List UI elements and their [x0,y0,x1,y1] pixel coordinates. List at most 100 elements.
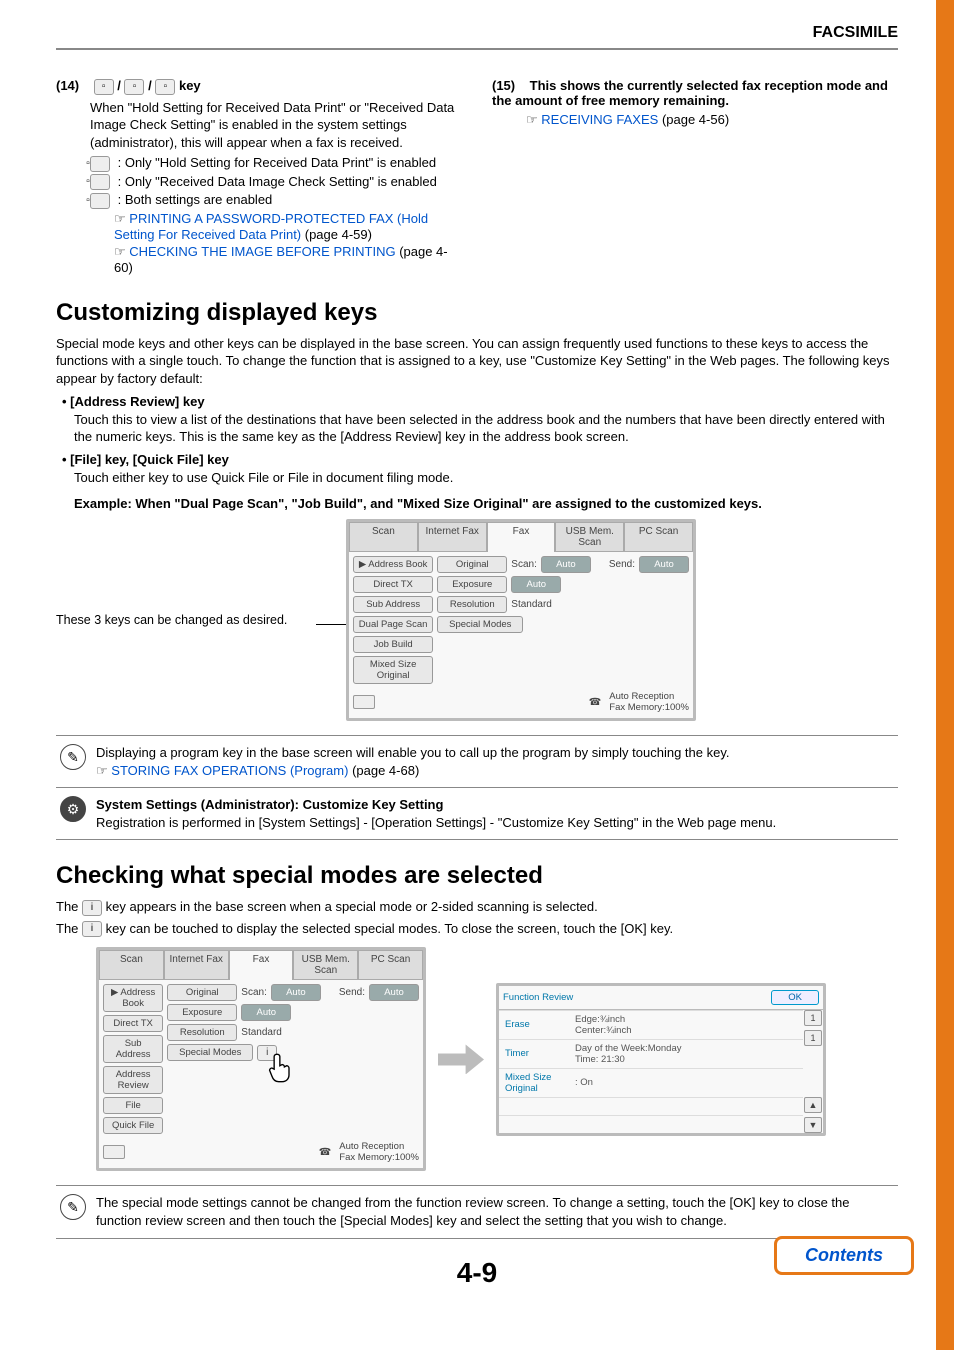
section-checking-title: Checking what special modes are selected [56,862,898,890]
item-14-desc: When "Hold Setting for Received Data Pri… [90,99,462,152]
example-panel: Scan Internet Fax Fax USB Mem. Scan PC S… [346,519,696,721]
bullet-file-body: Touch either key to use Quick File or Fi… [74,469,898,487]
lbl2-original[interactable]: Original [167,984,237,1001]
lbl-resolution[interactable]: Resolution [437,596,507,613]
link-receiving-faxes[interactable]: RECEIVING FAXES [541,112,658,127]
lbl-exposure[interactable]: Exposure [437,576,507,593]
val2-resolution: Standard [241,1027,291,1038]
page-num-bot: 1 [804,1030,822,1046]
callout-line [316,624,346,625]
note-program-key: ✎ Displaying a program key in the base s… [56,735,898,787]
item-14-opt3: ▫ : Both settings are enabled [114,192,462,209]
hand-icon-3: ☞ [526,112,541,127]
scroll-up-button[interactable]: ▲ [804,1097,822,1113]
item-15-title: This shows the currently selected fax re… [492,78,888,108]
tab-scan[interactable]: Scan [349,522,418,552]
btn-job-build[interactable]: Job Build [353,636,433,653]
lbl-special-modes[interactable]: Special Modes [437,616,523,633]
review-row-mixed: Mixed Size Original : On [499,1068,803,1097]
tab-ifax[interactable]: Internet Fax [418,522,487,552]
link-hold-print[interactable]: PRINTING A PASSWORD-PROTECTED FAX (Hold … [114,211,428,242]
item-15-link: ☞ RECEIVING FAXES (page 4-56) [526,112,898,128]
pencil-icon: ✎ [60,744,86,770]
doc-icon-s: ▫ [90,156,110,172]
sect2-line1: The i key appears in the base screen whe… [56,898,898,916]
btn-dual-page[interactable]: Dual Page Scan [353,616,433,633]
lbl2-scan: Scan: [241,987,267,998]
review-row-erase: Erase Edge:¾inch Center:¾inch [499,1010,803,1039]
page-number: 4-9 [56,1257,898,1289]
image-check-icon-s: ▫ [90,174,110,190]
lbl-scan: Scan: [511,559,537,570]
ok-button[interactable]: OK [771,990,819,1005]
btn2-direct-tx[interactable]: Direct TX [103,1015,163,1032]
key-suffix: key [179,78,201,93]
tab2-fax[interactable]: Fax [229,950,294,980]
lbl2-resolution[interactable]: Resolution [167,1024,237,1041]
btn2-address-book[interactable]: ▶ Address Book [103,984,163,1012]
review-row-timer: Timer Day of the Week:Monday Time: 21:30 [499,1039,803,1068]
arrow-icon [438,1044,484,1074]
btn2-address-review[interactable]: Address Review [103,1066,163,1094]
function-review-panel: Function Review OK Erase Edge:¾inch Cent… [496,983,826,1136]
note-special-modes: ✎ The special mode settings cannot be ch… [56,1185,898,1238]
scroll-down-button[interactable]: ▼ [804,1117,822,1133]
doc-icon: ▫ [94,79,114,95]
btn-address-book[interactable]: ▶ Address Book [353,556,433,573]
base-screen-panel: Scan Internet Fax Fax USB Mem. Scan PC S… [96,947,426,1171]
contents-button[interactable]: Contents [774,1236,914,1275]
preview-icon[interactable] [353,695,375,709]
lbl2-special-modes[interactable]: Special Modes [167,1044,253,1061]
item-14-opt1: ▫ : Only "Hold Setting for Received Data… [114,155,462,172]
page-header: FACSIMILE [56,24,898,42]
val-send-auto[interactable]: Auto [639,556,689,573]
preview-icon-2[interactable] [103,1145,125,1159]
example-line: Example: When "Dual Page Scan", "Job Bui… [74,496,898,511]
tab2-ifax[interactable]: Internet Fax [164,950,229,980]
val2-scan-auto[interactable]: Auto [271,984,321,1001]
tab2-scan[interactable]: Scan [99,950,164,980]
val-exposure-auto[interactable]: Auto [511,576,561,593]
gear-icon: ⚙ [60,796,86,822]
side-accent-bar [936,0,954,1350]
info-icon-2: i [82,921,102,937]
tab-pc[interactable]: PC Scan [624,522,693,552]
btn2-sub-address[interactable]: Sub Address [103,1035,163,1063]
header-rule [56,48,898,50]
note3-text: The special mode settings cannot be chan… [96,1194,898,1229]
val2-send-auto[interactable]: Auto [369,984,419,1001]
both-icon-s: ▫ [90,193,110,209]
btn-direct-tx[interactable]: Direct TX [353,576,433,593]
bullet-address-review-body: Touch this to view a list of the destina… [74,411,898,446]
btn2-quick-file[interactable]: Quick File [103,1117,163,1134]
note-system-settings: ⚙ System Settings (Administrator): Custo… [56,787,898,840]
lbl2-exposure[interactable]: Exposure [167,1004,237,1021]
btn-mixed-size[interactable]: Mixed Size Original [353,656,433,684]
note2-title: System Settings (Administrator): Customi… [96,797,443,812]
foot2-memory: Fax Memory:100% [339,1152,419,1163]
item-14-link2: ☞ CHECKING THE IMAGE BEFORE PRINTING (pa… [114,244,462,275]
image-check-icon: ▫ [124,79,144,95]
link-storing-fax[interactable]: STORING FAX OPERATIONS (Program) [111,763,348,778]
item-15-heading: (15) This shows the currently selected f… [492,78,898,108]
tab2-usb[interactable]: USB Mem. Scan [293,950,358,980]
val2-exposure-auto[interactable]: Auto [241,1004,291,1021]
tab2-pc[interactable]: PC Scan [358,950,423,980]
val-scan-auto[interactable]: Auto [541,556,591,573]
section-customizing-title: Customizing displayed keys [56,299,898,327]
foot-reception: Auto Reception [609,691,674,702]
hand-icon: ☞ [114,211,129,226]
diagram-caption: These 3 keys can be changed as desired. [56,613,316,627]
tab-fax[interactable]: Fax [487,522,556,552]
lbl2-send: Send: [339,987,365,998]
tab-usb[interactable]: USB Mem. Scan [555,522,624,552]
btn-sub-address[interactable]: Sub Address [353,596,433,613]
lbl-original[interactable]: Original [437,556,507,573]
link-check-image[interactable]: CHECKING THE IMAGE BEFORE PRINTING [129,244,395,259]
btn2-file[interactable]: File [103,1097,163,1114]
item-14-heading: (14) ▫ / ▫ / ▫ key [56,78,462,95]
pencil-icon-2: ✎ [60,1194,86,1220]
note1-line1: Displaying a program key in the base scr… [96,745,729,760]
item-14-number: (14) [56,78,90,93]
review-row-empty1 [499,1097,803,1115]
